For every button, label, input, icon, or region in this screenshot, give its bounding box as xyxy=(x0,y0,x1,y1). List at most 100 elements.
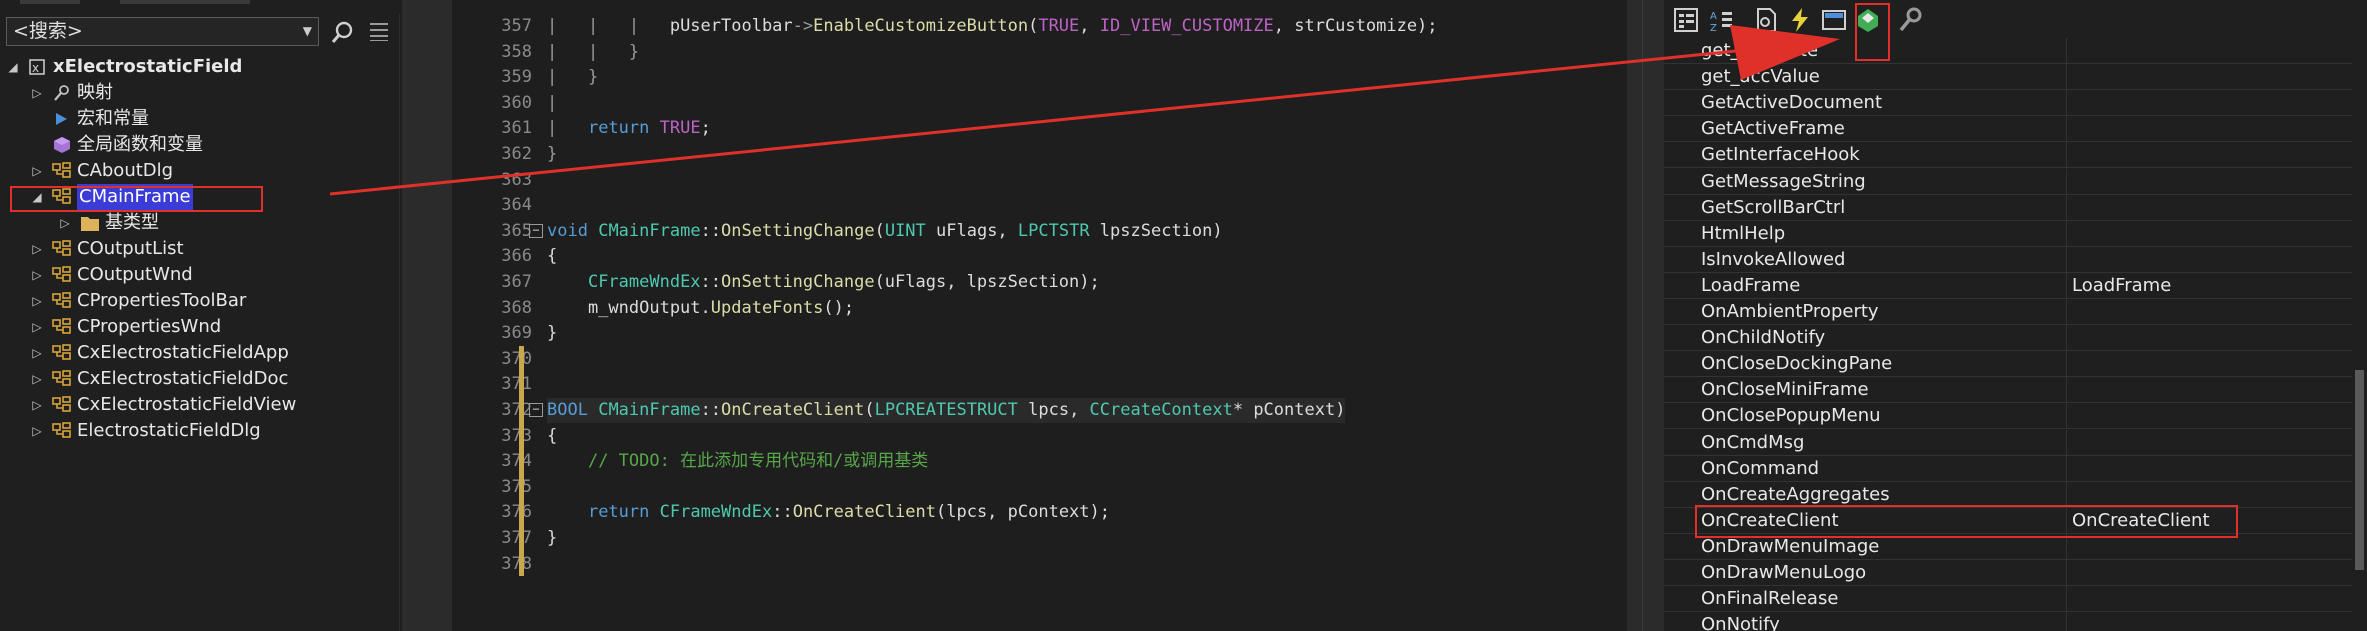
collapsed-arrow-icon[interactable]: ▷ xyxy=(58,210,72,236)
code-token: BOOL xyxy=(547,400,588,420)
column-separator xyxy=(2066,38,2067,64)
override-row[interactable]: OnChildNotify xyxy=(1664,325,2367,352)
property-pages-key-icon[interactable] xyxy=(1896,6,1924,34)
code-token: OnCreateClient xyxy=(721,400,865,420)
override-row[interactable]: OnAmbientProperty xyxy=(1664,299,2367,325)
code-line[interactable]: 362} xyxy=(437,142,1587,167)
code-token: , strCustomize); xyxy=(1273,16,1438,36)
collapsed-arrow-icon[interactable]: ▷ xyxy=(30,158,44,184)
code-line[interactable]: 374 // TODO: 在此添加专用代码和/或调用基类 xyxy=(437,449,1587,474)
override-row[interactable]: OnCmdMsg xyxy=(1664,429,2367,456)
line-number: 369 xyxy=(501,323,532,344)
scrollbar-thumb[interactable] xyxy=(2355,370,2364,570)
panel-splitter[interactable] xyxy=(1642,0,1664,631)
override-row[interactable]: get_accState xyxy=(1664,38,2367,64)
code-line[interactable]: 361 | return TRUE; xyxy=(437,116,1587,141)
chevron-down-icon[interactable]: ▼ xyxy=(303,18,312,45)
class-icon xyxy=(52,292,71,308)
override-row[interactable]: OnClosePopupMenu xyxy=(1664,403,2367,430)
code-line[interactable]: 373 { xyxy=(437,424,1587,449)
collapsed-arrow-icon[interactable]: ▷ xyxy=(30,262,44,288)
line-number: 372 xyxy=(501,400,532,420)
events-icon[interactable] xyxy=(1786,6,1814,34)
override-name: OnClosePopupMenu xyxy=(1701,405,1881,427)
override-row[interactable]: OnCloseMiniFrame xyxy=(1664,377,2367,404)
properties-scrollbar[interactable] xyxy=(2352,40,2367,631)
class-icon xyxy=(52,344,71,360)
code-token: LPCREATESTRUCT xyxy=(874,400,1018,420)
override-row[interactable]: HtmlHelp xyxy=(1664,220,2367,247)
override-row[interactable]: OnCommand xyxy=(1664,455,2367,482)
collapsed-arrow-icon[interactable]: ▷ xyxy=(30,236,44,262)
code-line[interactable]: 370 xyxy=(437,347,1587,372)
override-row[interactable]: OnDrawMenuLogo xyxy=(1664,560,2367,586)
code-line[interactable]: 376 return CFrameWndEx::OnCreateClient(l… xyxy=(437,500,1587,525)
project-icon: x xyxy=(29,59,45,75)
code-line[interactable]: 372− BOOL CMainFrame::OnCreateClient(LPCR… xyxy=(437,398,1587,423)
override-row[interactable]: GetActiveDocument xyxy=(1664,90,2367,117)
collapsed-arrow-icon[interactable]: ▷ xyxy=(30,314,44,340)
code-line[interactable]: 378 xyxy=(437,552,1587,577)
code-token: | xyxy=(547,92,558,113)
left-panel-scrollbar[interactable] xyxy=(402,0,437,631)
svg-text:x: x xyxy=(32,61,39,75)
code-text: | return TRUE; xyxy=(547,116,711,141)
override-row[interactable]: OnCreateAggregates xyxy=(1664,481,2367,508)
code-editor[interactable]: 357 | | | pUserToolbar->EnableCustomizeBu… xyxy=(437,0,1642,631)
code-line[interactable]: 377} xyxy=(437,526,1587,551)
code-line[interactable]: 358 | | } xyxy=(437,40,1587,65)
alphabetical-icon[interactable]: AZ xyxy=(1708,6,1736,34)
override-name: LoadFrame xyxy=(1701,274,1801,296)
override-row[interactable]: GetMessageString xyxy=(1664,168,2367,195)
code-line[interactable]: 363 xyxy=(437,168,1587,193)
properties-page-icon[interactable] xyxy=(1752,6,1780,34)
override-row[interactable]: GetScrollBarCtrl xyxy=(1664,194,2367,221)
code-line[interactable]: 364 xyxy=(437,193,1587,218)
expanded-arrow-icon[interactable]: ◢ xyxy=(6,54,20,80)
settings-icon[interactable] xyxy=(368,20,390,42)
code-line[interactable]: 360 | xyxy=(437,91,1587,116)
editor-scrollbar[interactable] xyxy=(1627,0,1642,631)
collapsed-arrow-icon[interactable]: ▷ xyxy=(30,418,44,444)
fold-toggle-icon[interactable]: − xyxy=(529,223,543,238)
fold-toggle-icon[interactable]: − xyxy=(529,403,543,417)
search-icon[interactable] xyxy=(331,20,355,44)
code-line[interactable]: 371 xyxy=(437,372,1587,397)
override-row[interactable]: GetInterfaceHook xyxy=(1664,142,2367,169)
code-line[interactable]: 366 { xyxy=(437,244,1587,269)
categorized-icon[interactable] xyxy=(1672,6,1700,34)
collapsed-arrow-icon[interactable]: ▷ xyxy=(30,392,44,418)
override-row[interactable]: get_accValue xyxy=(1664,64,2367,91)
tree-item-label: xElectrostaticField xyxy=(53,56,243,77)
collapsed-arrow-icon[interactable]: ▷ xyxy=(30,288,44,314)
code-text: | xyxy=(547,91,557,116)
code-line[interactable]: 375 xyxy=(437,475,1587,500)
column-separator xyxy=(2066,325,2067,352)
code-token: :: xyxy=(772,502,793,523)
code-line[interactable]: 357 | | | pUserToolbar->EnableCustomizeBu… xyxy=(437,14,1587,39)
code-line[interactable]: 359 | } xyxy=(437,65,1587,90)
tree-item-label: 映射 xyxy=(77,82,113,103)
code-line[interactable]: 367 CFrameWndEx::OnSettingChange(uFlags,… xyxy=(437,270,1587,295)
code-token: ( xyxy=(874,220,885,241)
override-row[interactable]: IsInvokeAllowed xyxy=(1664,246,2367,273)
override-row[interactable]: OnCloseDockingPane xyxy=(1664,351,2367,378)
code-line[interactable]: 368 m_wndOutput.UpdateFonts(); xyxy=(437,296,1587,321)
code-line[interactable]: 365− void CMainFrame::OnSettingChange(UIN… xyxy=(437,219,1587,244)
collapsed-arrow-icon[interactable]: ▷ xyxy=(30,340,44,366)
code-token: (); xyxy=(823,297,855,318)
override-row[interactable]: GetActiveFrame xyxy=(1664,116,2367,143)
search-input[interactable]: <搜索> ▼ xyxy=(6,17,319,46)
override-value[interactable]: LoadFrame xyxy=(2072,273,2332,299)
code-line[interactable]: 369} xyxy=(437,321,1587,346)
override-row[interactable]: LoadFrame LoadFrame xyxy=(1664,272,2367,299)
override-row[interactable]: OnNotify xyxy=(1664,612,2367,631)
line-number: 359 xyxy=(501,67,532,88)
annotation-box-oncreateclient xyxy=(1695,505,2238,538)
override-row[interactable]: OnFinalRelease xyxy=(1664,586,2367,613)
collapsed-arrow-icon[interactable]: ▷ xyxy=(30,80,44,106)
collapsed-arrow-icon[interactable]: ▷ xyxy=(30,366,44,392)
messages-icon[interactable] xyxy=(1820,6,1848,34)
column-separator xyxy=(2066,455,2067,482)
